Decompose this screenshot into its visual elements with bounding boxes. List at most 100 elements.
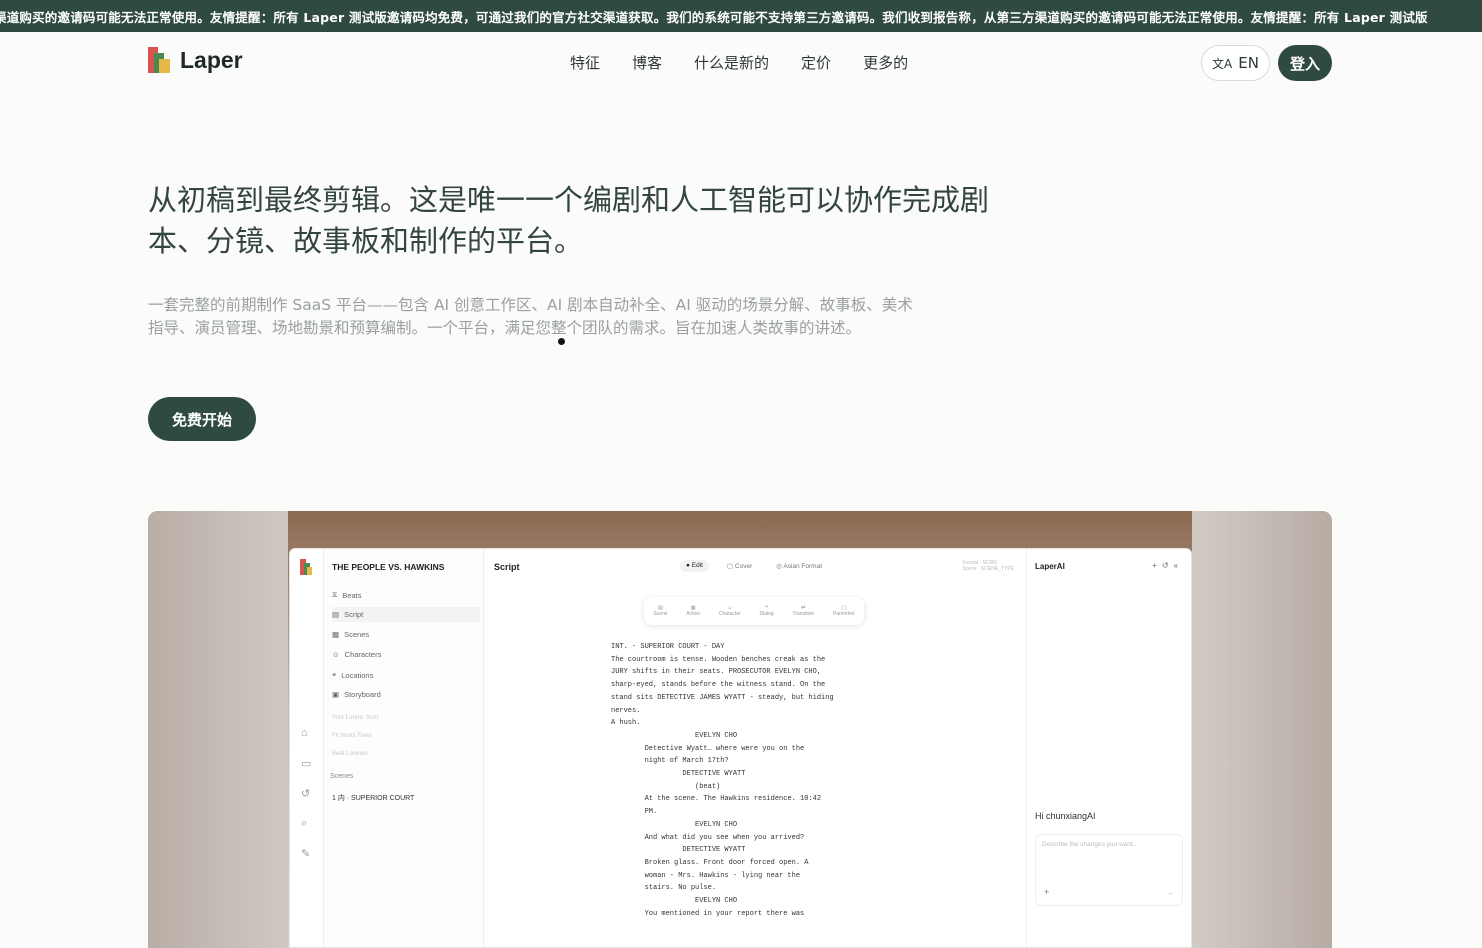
script-line: stand sits DETECTIVE JAMES WYATT - stead… [611, 693, 834, 702]
tab-label: Asian Format [783, 563, 823, 570]
cursor-dot [558, 338, 565, 345]
locations-icon: ⌖ [332, 670, 337, 679]
tool-action[interactable]: ▦ Action [686, 605, 700, 617]
script-line: Broken glass. Front door forced open. A [611, 858, 809, 867]
script-line: DETECTIVE WYATT [611, 770, 746, 779]
scene-list-item[interactable]: 1 内 · SUPERIOR COURT [332, 793, 414, 803]
tool-label: Action [686, 611, 701, 617]
tab-edit[interactable]: ● Edit [680, 560, 709, 572]
tab-label: Edit [691, 562, 703, 569]
sidebar-item-label: Beats [342, 590, 362, 600]
script-page[interactable]: INT. - SUPERIOR COURT - DAY The courtroom… [611, 641, 899, 947]
format-mode-tabs: ● Edit ▢ Cover ◎ Asian Format [680, 560, 828, 572]
tool-dialog[interactable]: ❝ Dialog [760, 605, 774, 617]
translate-icon: 文A [1212, 56, 1233, 71]
ai-panel-title: LaperAI [1035, 562, 1065, 571]
scenes-icon: ▦ [332, 630, 340, 639]
script-line: DETECTIVE WYATT [611, 846, 746, 855]
announcement-text: 渠道购买的邀请码可能无法正常使用。友情提醒：所有 Laper 测试版邀请码均免费… [0, 10, 1428, 25]
showcase-blur-left [148, 511, 288, 948]
send-arrow-icon[interactable]: → [1166, 888, 1174, 897]
attach-plus-icon[interactable]: + [1044, 887, 1049, 897]
script-line: sharp-eyed, stands before the witness st… [611, 681, 826, 690]
brand-logo[interactable]: Laper [148, 46, 243, 74]
tab-cover[interactable]: ▢ Cover [721, 560, 758, 572]
ai-prompt-placeholder: Describe the changes you want... [1042, 841, 1139, 848]
script-line: At the scene. The Hawkins residence. 10:… [611, 795, 822, 804]
tool-label: Character [718, 611, 741, 617]
script-line: EVELYN CHO [611, 820, 738, 829]
app-sidebar: THE PEOPLE VS. HAWKINS ⧖ Beats ▤ Script ▦ S… [324, 549, 484, 947]
ai-prompt-input[interactable]: Describe the changes you want... + → [1035, 834, 1183, 906]
script-header-label: Script [494, 562, 520, 572]
search-icon[interactable]: ⌕ [301, 817, 307, 830]
tool-label: Transition [792, 611, 815, 617]
sidebar-item-label: Scenes [344, 630, 370, 639]
sidebar-item-characters[interactable]: ☺ Characters [332, 650, 381, 659]
sidebar-item-locations[interactable]: ⌖ Locations [332, 670, 373, 680]
script-line: (beat) [611, 782, 721, 791]
brush-icon[interactable]: ✎ [301, 847, 310, 860]
start-free-button[interactable]: 免费开始 [148, 397, 256, 441]
app-screenshot: ⌂ ▭ ↺ ⌕ ✎ THE PEOPLE VS. HAWKINS ⧖ Beats … [289, 548, 1192, 948]
storyboard-icon: ▣ [332, 690, 340, 699]
history-icon[interactable]: ↺ [301, 787, 310, 800]
beats-icon: ⧖ [332, 590, 338, 599]
format-meta: Format · SCRN Scene · SCENE_TYPE [962, 560, 1014, 572]
tool-scene[interactable]: ▤ Scene [653, 605, 667, 617]
language-button[interactable]: 文A EN [1201, 45, 1270, 81]
sidebar-item-label: Storyboard [344, 690, 381, 699]
nav-features[interactable]: 特征 [570, 52, 600, 73]
script-line: You mentioned in your report there was [611, 909, 805, 918]
home-icon[interactable]: ⌂ [301, 727, 308, 739]
ai-panel-controls[interactable]: +↺« [1152, 561, 1183, 570]
script-icon: ▤ [332, 610, 340, 619]
nav-blog[interactable]: 博客 [632, 52, 662, 73]
sidebar-item-beats[interactable]: ⧖ Beats [332, 590, 361, 600]
tool-label: Scene [653, 611, 668, 617]
script-line: stairs. No pulse. [611, 884, 717, 893]
nav-pricing[interactable]: 定价 [801, 52, 831, 73]
script-line: The courtroom is tense. Wooden benches c… [611, 655, 826, 664]
announcement-bar: 渠道购买的邀请码可能无法正常使用。友情提醒：所有 Laper 测试版邀请码均免费… [0, 0, 1482, 32]
tool-parenthetical[interactable]: ( ) Parenthet [833, 605, 855, 617]
ai-greeting: Hi chunxiangAI [1035, 811, 1096, 821]
login-button[interactable]: 登入 [1278, 45, 1332, 81]
showcase-blur-right [1192, 511, 1332, 948]
sidebar-faded-item: Fit Hosts Fixes [332, 733, 372, 739]
sidebar-item-label: Script [344, 610, 364, 619]
script-line: EVELYN CHO [611, 731, 738, 740]
script-line: EVELYN CHO [611, 897, 738, 906]
app-logo-icon [300, 559, 312, 575]
script-line: And what did you see when you arrived? [611, 833, 805, 842]
folder-icon[interactable]: ▭ [301, 757, 311, 770]
tab-asian-format[interactable]: ◎ Asian Format [770, 560, 828, 572]
main-nav: 特征 博客 什么是新的 定价 更多的 [570, 52, 908, 73]
meta-line: Scene · SCENE_TYPE [962, 566, 1014, 572]
characters-icon: ☺ [332, 650, 340, 659]
script-line: JURY shifts in their seats. PROSECUTOR E… [611, 668, 822, 677]
tool-label: Parenthet [832, 611, 855, 617]
sidebar-item-script[interactable]: ▤ Script [332, 607, 480, 622]
script-editor: Script ● Edit ▢ Cover ◎ Asian Format For… [484, 549, 1026, 947]
sidebar-faded-item: Your Lorem: Scnt [332, 715, 379, 721]
hero-subtitle: 一套完整的前期制作 SaaS 平台——包含 AI 创意工作区、AI 剧本自动补全… [148, 296, 913, 337]
scenes-section-label: Scenes [330, 773, 354, 780]
language-label: EN [1238, 54, 1259, 72]
nav-more[interactable]: 更多的 [863, 52, 908, 73]
product-showcase: ⌂ ▭ ↺ ⌕ ✎ THE PEOPLE VS. HAWKINS ⧖ Beats … [148, 511, 1332, 948]
sidebar-item-storyboard[interactable]: ▣ Storyboard [332, 690, 381, 699]
tool-character[interactable]: ☺ Character [719, 605, 741, 617]
sidebar-item-label: Locations [341, 670, 374, 680]
nav-whats-new[interactable]: 什么是新的 [694, 52, 769, 73]
sidebar-faded-item: Beat Lorenes [332, 751, 368, 757]
tool-transition[interactable]: ⇄ Transition [792, 605, 814, 617]
app-rail: ⌂ ▭ ↺ ⌕ ✎ [290, 549, 324, 947]
script-line: INT. - SUPERIOR COURT - DAY [611, 643, 725, 651]
script-line: nerves. [611, 706, 641, 715]
script-line: Detective Wyatt… where were you on the [611, 744, 805, 753]
sidebar-item-scenes[interactable]: ▦ Scenes [332, 630, 369, 639]
script-line: PM. [611, 808, 658, 817]
project-title: THE PEOPLE VS. HAWKINS [332, 562, 445, 572]
hero-title: 从初稿到最终剪辑。这是唯一一个编剧和人工智能可以协作完成剧本、分镜、故事板和制作… [148, 183, 990, 258]
